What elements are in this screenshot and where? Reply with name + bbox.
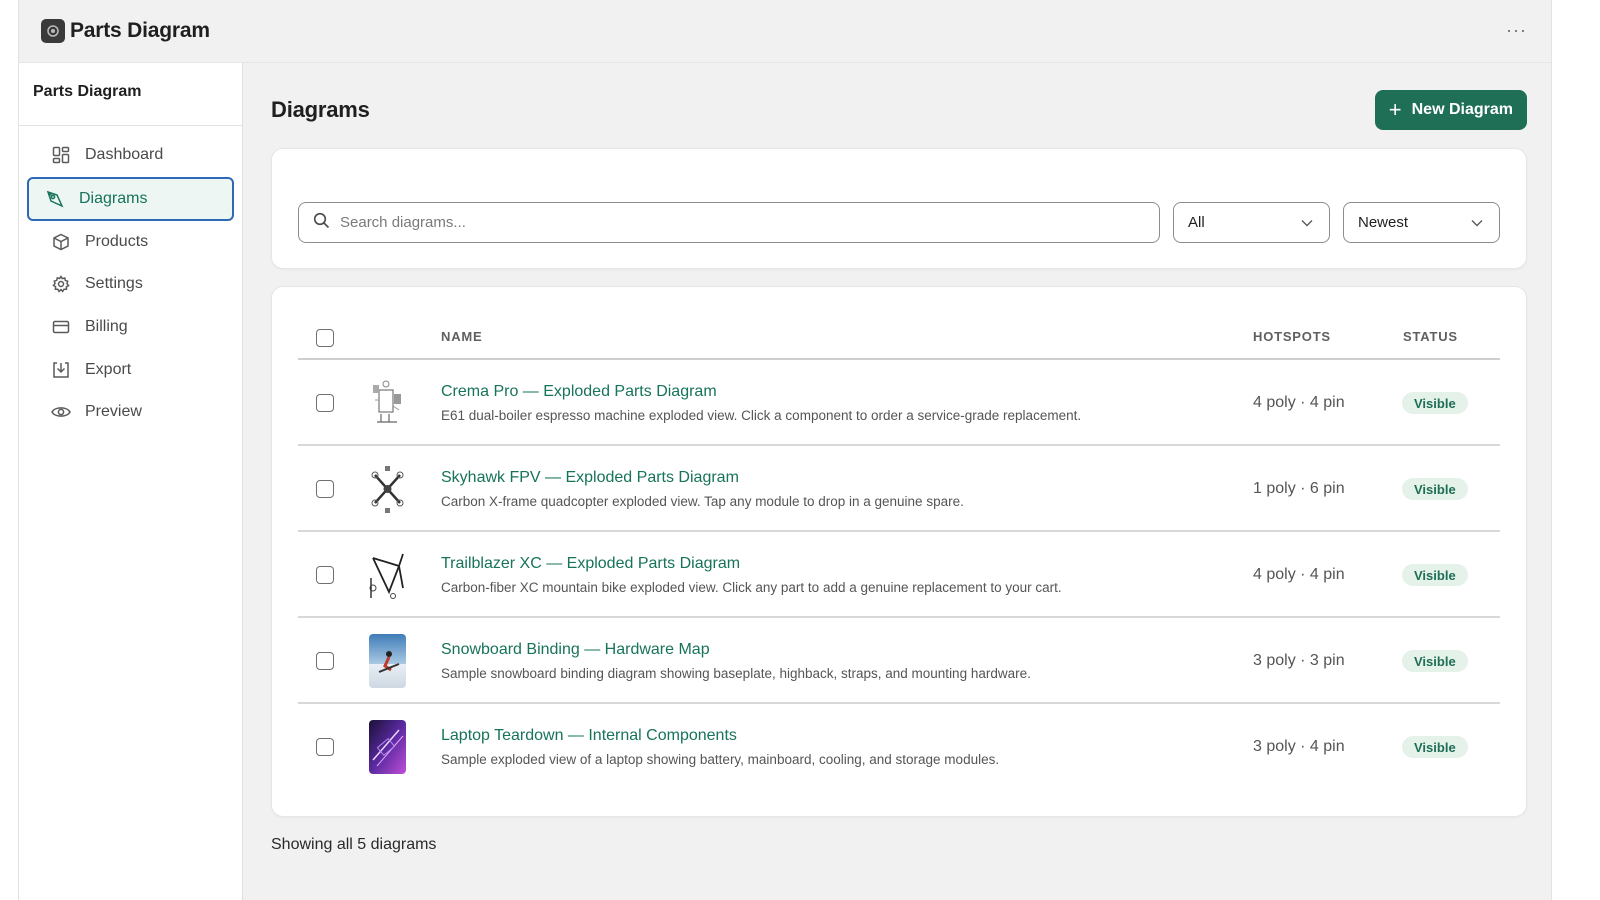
sidebar-item-label: Diagrams — [79, 189, 148, 207]
app-bar: Parts Diagram ··· — [19, 0, 1551, 63]
search-box[interactable] — [298, 202, 1160, 243]
table-header: NAME HOTSPOTS STATUS — [298, 317, 1500, 360]
new-diagram-label: New Diagram — [1411, 101, 1513, 118]
sidebar-item-billing[interactable]: Billing — [27, 306, 234, 349]
eye-icon — [51, 402, 71, 422]
row-checkbox[interactable] — [316, 480, 334, 498]
results-count: Showing all 5 diagrams — [271, 836, 437, 853]
diagram-thumbnail — [369, 462, 406, 516]
chevron-down-icon — [1471, 214, 1483, 231]
search-input[interactable] — [340, 214, 1120, 231]
column-header-name: NAME — [441, 329, 483, 344]
dashboard-icon — [51, 145, 71, 165]
more-options-icon[interactable]: ··· — [1506, 20, 1527, 41]
diagram-thumbnail — [369, 720, 406, 774]
status-badge: Visible — [1402, 564, 1468, 586]
page-title: Diagrams — [271, 97, 370, 122]
sidebar-item-label: Dashboard — [85, 146, 164, 164]
sidebar-item-dashboard[interactable]: Dashboard — [27, 134, 234, 177]
select-all-checkbox[interactable] — [316, 329, 334, 347]
row-title-link[interactable]: Snowboard Binding — Hardware Map — [441, 641, 710, 659]
row-title-link[interactable]: Trailblazer XC — Exploded Parts Diagram — [441, 555, 740, 573]
row-hotspots: 3 poly · 4 pin — [1253, 738, 1345, 755]
row-hotspots: 4 poly · 4 pin — [1253, 394, 1345, 411]
row-description: Carbon X-frame quadcopter exploded view.… — [441, 494, 964, 509]
sidebar-item-settings[interactable]: Settings — [27, 263, 234, 306]
table-row[interactable]: Skyhawk FPV — Exploded Parts Diagram Car… — [298, 446, 1500, 532]
column-header-status: STATUS — [1403, 329, 1458, 344]
search-icon — [313, 212, 330, 234]
row-checkbox[interactable] — [316, 566, 334, 584]
main-content: Diagrams + New Diagram All Newest — [244, 63, 1553, 900]
table-row[interactable]: Snowboard Binding — Hardware Map Sample … — [298, 618, 1500, 704]
row-hotspots: 1 poly · 6 pin — [1253, 480, 1345, 497]
box-icon — [51, 232, 71, 252]
row-title-link[interactable]: Skyhawk FPV — Exploded Parts Diagram — [441, 469, 739, 487]
row-hotspots: 3 poly · 3 pin — [1253, 652, 1345, 669]
gear-icon — [51, 274, 71, 294]
credit-card-icon — [51, 317, 71, 337]
column-header-hotspots: HOTSPOTS — [1253, 329, 1331, 344]
row-description: Carbon-fiber XC mountain bike exploded v… — [441, 580, 1062, 595]
app-title: Parts Diagram — [70, 19, 210, 42]
row-title-link[interactable]: Laptop Teardown — Internal Components — [441, 727, 737, 745]
row-checkbox[interactable] — [316, 394, 334, 412]
table-row[interactable]: Crema Pro — Exploded Parts Diagram E61 d… — [298, 360, 1500, 446]
row-checkbox[interactable] — [316, 652, 334, 670]
sidebar-item-diagrams[interactable]: Diagrams — [27, 176, 234, 221]
sidebar-item-preview[interactable]: Preview — [27, 391, 234, 434]
row-description: E61 dual-boiler espresso machine explode… — [441, 408, 1082, 423]
sidebar-item-label: Billing — [85, 318, 128, 336]
status-badge: Visible — [1402, 736, 1468, 758]
type-filter-select[interactable]: All — [1173, 202, 1330, 243]
status-badge: Visible — [1402, 392, 1468, 414]
chevron-down-icon — [1301, 214, 1313, 231]
app-frame: Parts Diagram ··· Parts Diagram Dashboar… — [18, 0, 1552, 900]
sidebar: Parts Diagram Dashboard Diagrams Product… — [19, 63, 243, 900]
status-badge: Visible — [1402, 650, 1468, 672]
row-description: Sample snowboard binding diagram showing… — [441, 666, 1031, 681]
sidebar-nav: Dashboard Diagrams Products Settings Bil… — [19, 126, 242, 434]
sidebar-item-label: Products — [85, 232, 149, 250]
row-checkbox[interactable] — [316, 738, 334, 756]
sidebar-item-label: Preview — [85, 403, 142, 421]
diagram-thumbnail — [369, 376, 406, 430]
row-description: Sample exploded view of a laptop showing… — [441, 752, 1000, 767]
plus-icon: + — [1388, 97, 1402, 122]
type-filter-value: All — [1188, 214, 1205, 231]
sidebar-title: Parts Diagram — [19, 63, 242, 126]
app-logo-icon — [41, 19, 65, 43]
status-badge: Visible — [1402, 478, 1468, 500]
table-row[interactable]: Trailblazer XC — Exploded Parts Diagram … — [298, 532, 1500, 618]
diagrams-table: NAME HOTSPOTS STATUS Crema Pro — Explode… — [271, 286, 1527, 817]
sidebar-item-products[interactable]: Products — [27, 221, 234, 264]
download-icon — [51, 360, 71, 380]
sidebar-item-label: Settings — [85, 275, 143, 293]
diagram-thumbnail — [369, 548, 406, 602]
diagram-thumbnail — [369, 634, 406, 688]
sort-value: Newest — [1358, 214, 1409, 231]
row-hotspots: 4 poly · 4 pin — [1253, 566, 1345, 583]
sidebar-item-label: Export — [85, 360, 132, 378]
table-row[interactable]: Laptop Teardown — Internal Components Sa… — [298, 704, 1500, 790]
filter-card: All Newest — [271, 148, 1527, 269]
sidebar-item-export[interactable]: Export — [27, 348, 234, 391]
row-title-link[interactable]: Crema Pro — Exploded Parts Diagram — [441, 383, 717, 401]
new-diagram-button[interactable]: + New Diagram — [1374, 90, 1527, 130]
sort-select[interactable]: Newest — [1343, 202, 1500, 243]
diagram-icon — [45, 189, 65, 209]
